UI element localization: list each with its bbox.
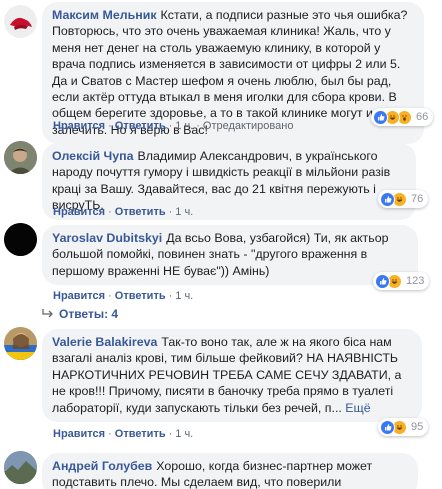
see-more-link[interactable]: Ещё <box>345 401 370 415</box>
reactions-count: 123 <box>406 275 425 287</box>
reactions-summary[interactable]: 66 <box>371 108 434 126</box>
reactions-count: 66 <box>416 111 429 123</box>
reply-link[interactable]: Ответить <box>115 428 166 440</box>
comment-time[interactable]: 1 ч. <box>175 428 193 440</box>
like-icon <box>373 109 388 125</box>
view-replies-link[interactable]: Ответы: 4 <box>42 307 118 321</box>
comment-bubble: Valerie Balakireva Так-то воно так, але ж… <box>42 329 422 423</box>
like-link[interactable]: Нравится <box>53 120 105 132</box>
reactions-summary[interactable]: 76 <box>378 190 429 208</box>
comment-author[interactable]: Андрей Голубев <box>52 459 152 473</box>
reply-link[interactable]: Ответить <box>115 206 166 218</box>
avatar[interactable] <box>4 327 37 360</box>
avatar[interactable] <box>4 223 37 256</box>
avatar[interactable] <box>4 141 37 174</box>
like-link[interactable]: Нравится <box>53 428 105 440</box>
reply-arrow-icon <box>42 307 54 321</box>
comment-text: Кстати, а подписи разные это чья ошибка?… <box>52 8 408 137</box>
replies-count-label[interactable]: Ответы: 4 <box>59 307 118 321</box>
comment-author[interactable]: Yaroslav Dubitskyi <box>52 231 162 245</box>
avatar[interactable] <box>4 451 37 484</box>
comment-author[interactable]: Олексій Чупа <box>52 149 133 163</box>
comment-time[interactable]: 1 ч. <box>175 290 193 302</box>
reactions-summary[interactable]: 123 <box>373 272 430 290</box>
comment-time[interactable]: 1 ч. <box>175 120 193 132</box>
comment-time[interactable]: 1 ч. <box>175 206 193 218</box>
comment-bubble: Yaroslav Dubitskyi Да всьо Вова, узбагойс… <box>42 225 418 286</box>
reactions-summary[interactable]: 95 <box>378 418 429 436</box>
reply-link[interactable]: Ответить <box>115 290 166 302</box>
comment-actions: Нравится · Ответить · 1 ч. · Отредактировано <box>53 120 294 132</box>
comment-actions: Нравится · Ответить · 1 ч. <box>53 428 194 440</box>
comment-bubble: Андрей Голубев Хорошо, когда бизнес-партн… <box>42 453 418 489</box>
reactions-count: 76 <box>411 193 424 205</box>
comment-actions: Нравится · Ответить · 1 ч. <box>53 290 194 302</box>
like-link[interactable]: Нравится <box>53 290 105 302</box>
reactions-count: 95 <box>411 421 424 433</box>
edited-label: Отредактировано <box>202 120 294 132</box>
comment-author[interactable]: Valerie Balakireva <box>52 335 157 349</box>
comment-actions: Нравится · Ответить · 1 ч. <box>53 206 194 218</box>
like-icon <box>380 419 395 435</box>
reply-link[interactable]: Ответить <box>115 120 166 132</box>
like-icon <box>375 273 390 289</box>
avatar[interactable] <box>4 5 37 38</box>
comment-author[interactable]: Максим Мельник <box>52 8 157 22</box>
like-icon <box>380 191 395 207</box>
like-link[interactable]: Нравится <box>53 206 105 218</box>
